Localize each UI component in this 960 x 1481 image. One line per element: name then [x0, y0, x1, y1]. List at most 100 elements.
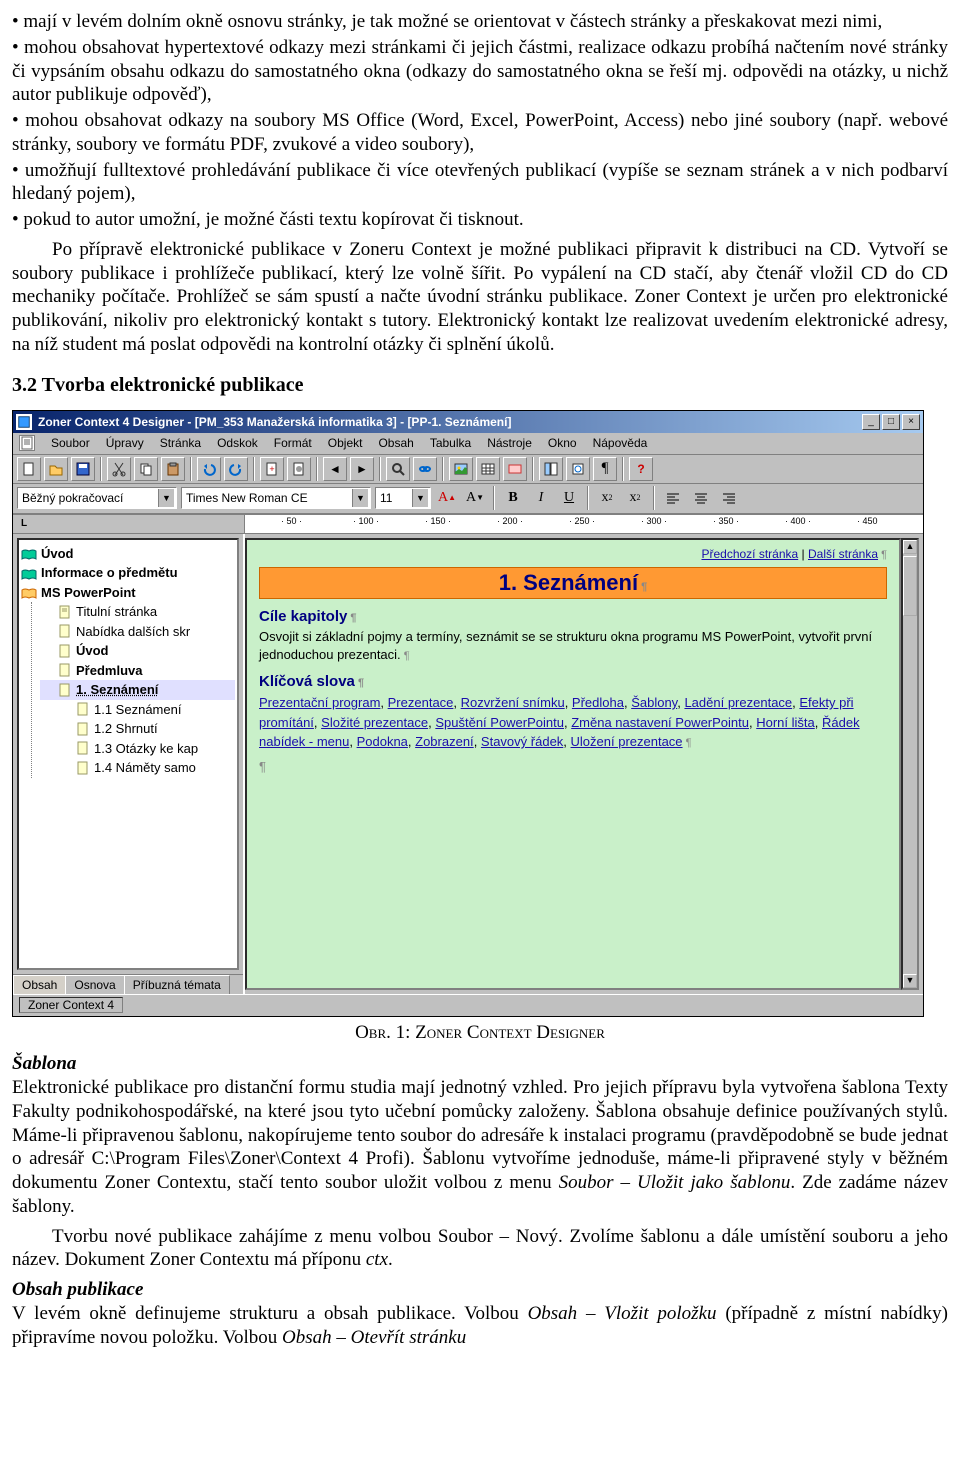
- menu-nastroje[interactable]: Nástroje: [481, 435, 538, 451]
- maximize-button[interactable]: □: [882, 414, 900, 430]
- cut-button[interactable]: [107, 457, 131, 481]
- font-size-down-button[interactable]: A▼: [463, 487, 487, 509]
- keyword-link[interactable]: Rozvržení snímku: [461, 695, 565, 710]
- keyword-link[interactable]: Stavový řádek: [481, 734, 563, 749]
- keyword-link[interactable]: Změna nastavení PowerPointu: [571, 715, 749, 730]
- toggle-tree-button[interactable]: [539, 457, 563, 481]
- tree-view[interactable]: Úvod Informace o předmětu MS PowerPoint …: [17, 538, 239, 970]
- back-button[interactable]: ◄: [323, 457, 347, 481]
- scroll-up-button[interactable]: ▲: [903, 540, 917, 554]
- tree-node-powerpoint[interactable]: MS PowerPoint: [21, 583, 235, 603]
- menu-tabulka[interactable]: Tabulka: [424, 435, 477, 451]
- forward-button[interactable]: ►: [350, 457, 374, 481]
- vertical-scrollbar[interactable]: ▲ ▼: [901, 538, 919, 990]
- bold-button[interactable]: B: [501, 487, 525, 509]
- menu-format[interactable]: Formát: [268, 435, 318, 451]
- menu-upravy[interactable]: Úpravy: [100, 435, 150, 451]
- tree-node-14[interactable]: 1.4 Náměty samo: [40, 758, 235, 778]
- scroll-thumb[interactable]: [903, 556, 917, 616]
- tab-pribuzna[interactable]: Příbuzná témata: [124, 975, 230, 994]
- keyword-link[interactable]: Horní lišta: [756, 715, 815, 730]
- tree-node-nabidka[interactable]: Nabídka dalších skr: [40, 622, 235, 642]
- underline-button[interactable]: U: [557, 487, 581, 509]
- app-icon: [16, 414, 32, 430]
- menu-stranka[interactable]: Stránka: [154, 435, 207, 451]
- menu-napoveda[interactable]: Nápověda: [587, 435, 654, 451]
- image-button[interactable]: [449, 457, 473, 481]
- italic-button[interactable]: I: [529, 487, 553, 509]
- keyword-link[interactable]: Uložení prezentace: [571, 734, 683, 749]
- new-page-button[interactable]: +: [260, 457, 284, 481]
- font-input[interactable]: [182, 489, 352, 507]
- keyword-link[interactable]: Zobrazení: [415, 734, 474, 749]
- help-button[interactable]: ?: [629, 457, 653, 481]
- style-input[interactable]: [18, 489, 158, 507]
- keyword-link[interactable]: Složité prezentace: [321, 715, 428, 730]
- chevron-down-icon[interactable]: ▼: [352, 489, 368, 507]
- tree-node-uvod[interactable]: Úvod: [21, 544, 235, 564]
- menu-odskok[interactable]: Odskok: [211, 435, 264, 451]
- align-left-button[interactable]: [661, 487, 685, 509]
- font-combo[interactable]: ▼: [181, 487, 371, 509]
- style-combo[interactable]: ▼: [17, 487, 177, 509]
- ruler-tick: · 400 ·: [785, 517, 811, 526]
- fontsize-combo[interactable]: ▼: [375, 487, 431, 509]
- keyword-link[interactable]: Předloha: [572, 695, 624, 710]
- pilcrow-button[interactable]: ¶: [593, 457, 617, 481]
- next-page-link[interactable]: Další stránka: [808, 547, 878, 561]
- tree-node-predmluva[interactable]: Předmluva: [40, 661, 235, 681]
- close-button[interactable]: ×: [902, 414, 920, 430]
- menu-soubor[interactable]: Soubor: [45, 435, 96, 451]
- keyword-link[interactable]: Prezentační program: [259, 695, 380, 710]
- redo-button[interactable]: [224, 457, 248, 481]
- page-icon: [58, 683, 72, 697]
- align-center-button[interactable]: [689, 487, 713, 509]
- chevron-down-icon[interactable]: ▼: [412, 489, 428, 507]
- page-icon: [76, 702, 90, 716]
- undo-button[interactable]: [197, 457, 221, 481]
- ruler-tick: · 450: [857, 517, 878, 526]
- tree-node-12[interactable]: 1.2 Shrnutí: [40, 719, 235, 739]
- table-button[interactable]: [476, 457, 500, 481]
- open-button[interactable]: [44, 457, 68, 481]
- align-right-button[interactable]: [717, 487, 741, 509]
- tree-node-11[interactable]: 1.1 Seznámení: [40, 700, 235, 720]
- superscript-button[interactable]: x2: [595, 487, 619, 509]
- tree-node-informace[interactable]: Informace o předmětu: [21, 563, 235, 583]
- fontsize-input[interactable]: [376, 489, 412, 507]
- link-button[interactable]: [413, 457, 437, 481]
- prev-page-link[interactable]: Předchozí stránka: [701, 547, 798, 561]
- keyword-link[interactable]: Ladění prezentace: [684, 695, 792, 710]
- tree-node-13[interactable]: 1.3 Otázky ke kap: [40, 739, 235, 759]
- menu-okno[interactable]: Okno: [542, 435, 583, 451]
- minimize-button[interactable]: _: [862, 414, 880, 430]
- tab-obsah[interactable]: Obsah: [13, 975, 66, 994]
- content-editor[interactable]: Předchozí stránka | Další stránka 1. Sez…: [245, 538, 901, 990]
- font-color-button[interactable]: A▲: [435, 487, 459, 509]
- tab-osnova[interactable]: Osnova: [65, 975, 124, 994]
- tree-node-uvod2[interactable]: Úvod: [40, 641, 235, 661]
- keyword-link[interactable]: Šablony: [631, 695, 677, 710]
- keyword-link[interactable]: Podokna: [357, 734, 408, 749]
- scroll-down-button[interactable]: ▼: [903, 974, 917, 988]
- toolbar-separator: [253, 457, 255, 481]
- page-icon: [58, 644, 72, 658]
- subscript-button[interactable]: x2: [623, 487, 647, 509]
- chevron-down-icon[interactable]: ▼: [158, 489, 174, 507]
- workspace: Úvod Informace o předmětu MS PowerPoint …: [13, 534, 923, 994]
- preview-button[interactable]: [566, 457, 590, 481]
- keyword-link[interactable]: Spuštění PowerPointu: [435, 715, 564, 730]
- search-button[interactable]: [386, 457, 410, 481]
- keyword-link[interactable]: Prezentace: [388, 695, 454, 710]
- tree-node-seznameni[interactable]: 1. Seznámení: [40, 680, 235, 700]
- copy-button[interactable]: [134, 457, 158, 481]
- object-button[interactable]: [503, 457, 527, 481]
- page-properties-button[interactable]: [287, 457, 311, 481]
- tree-node-titulni[interactable]: Titulní stránka: [40, 602, 235, 622]
- pilcrow-icon: [878, 547, 887, 561]
- menu-obsah[interactable]: Obsah: [372, 435, 419, 451]
- menu-objekt[interactable]: Objekt: [322, 435, 369, 451]
- paste-button[interactable]: [161, 457, 185, 481]
- new-button[interactable]: [17, 457, 41, 481]
- save-button[interactable]: [71, 457, 95, 481]
